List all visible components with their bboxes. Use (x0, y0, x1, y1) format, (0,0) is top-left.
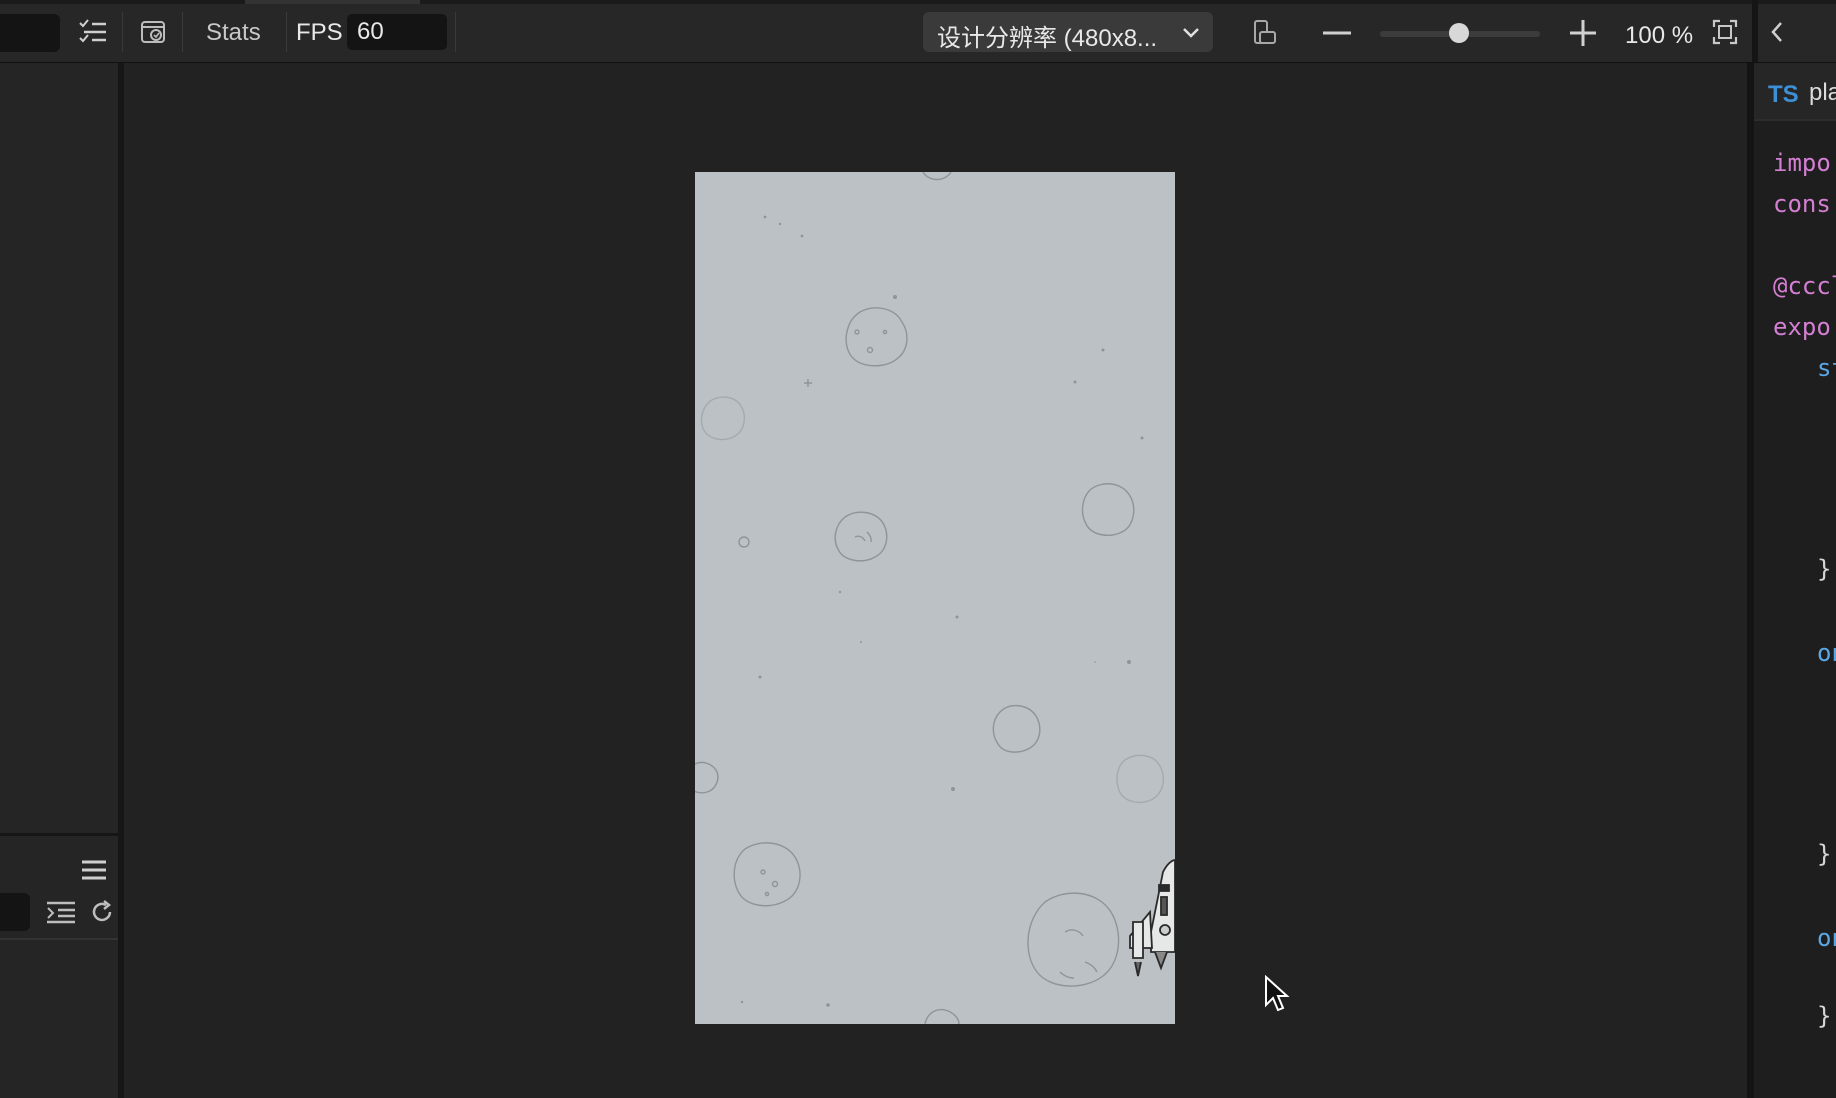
asteroid-sprite (924, 1008, 960, 1024)
code-line: st (1817, 354, 1836, 382)
resolution-select[interactable]: 设计分辨率 (480x8... (923, 12, 1213, 52)
toolbar-separator (182, 12, 183, 52)
refresh-icon[interactable] (88, 897, 116, 927)
game-view[interactable] (695, 172, 1175, 1024)
asteroid-sprite (1081, 483, 1135, 536)
panel-divider[interactable] (1747, 63, 1754, 1098)
plus-icon[interactable] (1566, 16, 1600, 50)
code-line: } (1817, 1002, 1832, 1030)
code-editor-panel: TS play impo cons @cccl expo st } on } o… (1747, 63, 1836, 1098)
asteroid-sprite (1116, 754, 1164, 803)
fps-input[interactable]: 60 (347, 14, 447, 50)
game-scene (695, 172, 1175, 1024)
toolbar-top-highlight (245, 0, 420, 4)
code-line: expo (1773, 313, 1831, 341)
minus-icon[interactable] (1320, 18, 1354, 48)
editor-tab[interactable]: TS play (1754, 63, 1836, 121)
toolbar-separator (286, 12, 287, 52)
toolbar: Stats FPS 60 设计分辨率 (480x8... 100 % (0, 0, 1836, 63)
toolbar-separator (122, 12, 123, 52)
asteroid-sprite (922, 172, 952, 181)
rotate-device-icon[interactable] (1250, 16, 1280, 48)
left-panel-search-input[interactable] (0, 893, 30, 931)
hamburger-menu-icon[interactable] (80, 856, 108, 884)
asteroid-sprite (845, 307, 908, 367)
code-line: cons (1773, 190, 1831, 218)
asteroid-sprite (700, 396, 746, 441)
left-panel-header (0, 833, 118, 901)
zoom-level: 100 % (1625, 22, 1694, 49)
fps-label: FPS (296, 19, 343, 46)
list-check-icon[interactable] (76, 16, 110, 48)
chevron-down-icon (1181, 21, 1201, 49)
code-line: } (1817, 840, 1832, 868)
zoom-slider-thumb[interactable] (1449, 23, 1469, 43)
mouse-cursor-icon (1264, 974, 1290, 1018)
left-panel (0, 63, 124, 1098)
spaceship-sprite (1129, 859, 1175, 977)
fit-screen-icon[interactable] (1710, 17, 1740, 47)
toolbar-separator (1752, 0, 1758, 62)
typescript-icon: TS (1768, 81, 1799, 108)
left-toolbar-input[interactable] (0, 14, 60, 52)
left-panel-divider (0, 938, 118, 940)
code-line: } (1817, 555, 1832, 583)
asteroid-sprite (1027, 892, 1120, 987)
stats-toggle[interactable]: Stats (206, 19, 261, 47)
scene-camera-icon[interactable] (138, 16, 170, 48)
chevron-left-icon[interactable] (1762, 16, 1792, 48)
asteroid-sprite (695, 761, 719, 794)
asteroid-sprite (992, 705, 1041, 753)
indent-icon[interactable] (46, 899, 76, 925)
toolbar-separator (455, 12, 456, 52)
code-line: @cccl (1773, 272, 1836, 300)
code-line: impo (1773, 149, 1831, 177)
code-line: on (1817, 924, 1836, 952)
editor-tab-label: play (1809, 79, 1836, 106)
resolution-select-label: 设计分辨率 (480x8... (937, 25, 1158, 52)
code-line: on (1817, 639, 1836, 667)
